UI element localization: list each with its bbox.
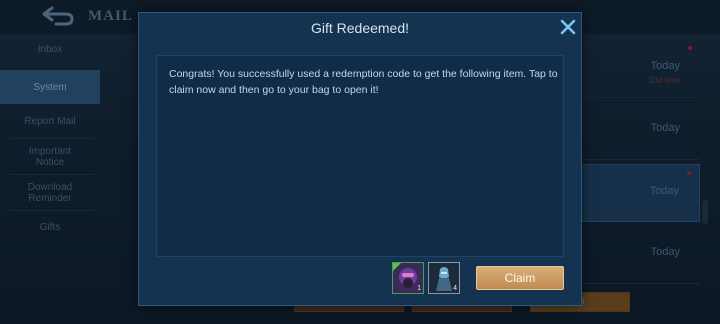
close-icon[interactable] bbox=[557, 16, 579, 38]
reward-item-slot[interactable]: 4 bbox=[428, 262, 460, 294]
sidebar-item-inbox[interactable]: Inbox bbox=[0, 44, 100, 55]
mail-date: Today bbox=[650, 122, 680, 134]
mail-list-item[interactable]: Today 10d 58m bbox=[580, 40, 700, 98]
sidebar-item-download-reminder[interactable]: Download Reminder bbox=[0, 182, 100, 204]
mail-expiry: 10d 58m bbox=[648, 76, 680, 85]
sidebar-divider bbox=[10, 174, 94, 175]
page-title: MAIL bbox=[88, 8, 133, 24]
gift-redeemed-dialog: Gift Redeemed! Congrats! You successfull… bbox=[138, 12, 582, 306]
mail-date: Today bbox=[650, 246, 680, 258]
message-box: Congrats! You successfully used a redemp… bbox=[156, 55, 564, 257]
dialog-title: Gift Redeemed! bbox=[310, 20, 410, 36]
back-arrow-icon[interactable] bbox=[40, 4, 76, 28]
sidebar-divider bbox=[10, 210, 94, 211]
sidebar-item-system[interactable]: System bbox=[0, 70, 100, 104]
sidebar-item-important-notice[interactable]: Important Notice bbox=[0, 146, 100, 168]
mail-list-item[interactable]: Today bbox=[580, 226, 700, 284]
mail-date: Today bbox=[650, 60, 680, 72]
sidebar-divider bbox=[10, 138, 94, 139]
item-count: 1 bbox=[417, 285, 421, 292]
claim-button[interactable]: Claim bbox=[476, 266, 564, 290]
mail-sidebar: Inbox System Report Mail Important Notic… bbox=[0, 34, 100, 324]
dialog-message: Congrats! You successfully used a redemp… bbox=[169, 68, 558, 96]
mail-list-item[interactable]: Today bbox=[580, 102, 700, 160]
mail-list: Today 10d 58m Today Today Today bbox=[560, 34, 720, 324]
unread-dot bbox=[688, 46, 692, 50]
sidebar-item-gifts[interactable]: Gifts bbox=[0, 222, 100, 233]
scroll-handle[interactable] bbox=[702, 200, 708, 224]
unread-dot bbox=[687, 171, 691, 175]
mail-date: Today bbox=[649, 185, 679, 197]
mail-list-item[interactable]: Today bbox=[580, 164, 700, 222]
sidebar-item-report-mail[interactable]: Report Mail bbox=[0, 116, 100, 127]
reward-item-slot[interactable]: 1 bbox=[392, 262, 424, 294]
item-count: 4 bbox=[453, 285, 457, 292]
